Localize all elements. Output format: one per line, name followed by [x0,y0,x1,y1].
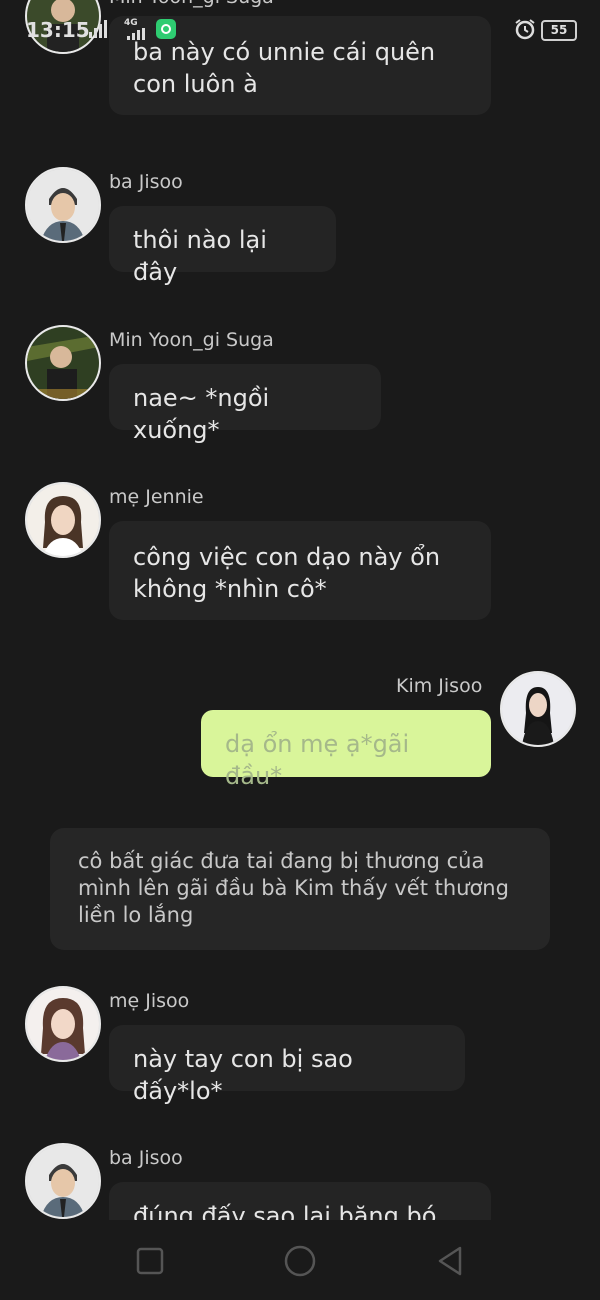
message-bubble[interactable]: đúng đấy sao lại băng bó [109,1182,491,1220]
message-text: dạ ổn mẹ ạ*gãi đầu* [225,730,410,790]
back-button[interactable] [433,1244,467,1278]
message-text: công việc con dạo này ổn không *nhìn cô* [133,543,441,603]
clock: 13:15 [26,18,90,42]
narration-box[interactable]: cô bất giác đưa tai đang bị thương của m… [50,828,550,950]
signal-icon [89,20,107,38]
battery-icon: 55 [541,20,577,41]
home-button[interactable] [283,1244,317,1278]
battery-level: 55 [550,23,568,37]
avatar-me-jisoo[interactable] [25,986,101,1062]
avatar-suga[interactable] [25,325,101,401]
avatar-kim-jisoo[interactable] [500,671,576,747]
sender-name: ba Jisoo [109,171,183,193]
network-type: 4G [124,18,138,28]
message-bubble[interactable]: công việc con dạo này ổn không *nhìn cô* [109,521,491,620]
app-notification-icon [156,19,176,39]
message-text: này tay con bị sao đấy*lo* [133,1045,353,1105]
message-bubble[interactable]: nae~ *ngồi xuống* [109,364,381,444]
avatar-ba-jisoo[interactable] [25,167,101,243]
chat-area[interactable]: Min Yoon_gi Suga ba này có unnie cái quê… [0,0,600,1220]
avatar-ba-jisoo[interactable] [25,1143,101,1219]
sender-name: Min Yoon_gi Suga [109,329,274,351]
message-bubble[interactable]: thôi nào lại đây [109,206,336,286]
message-text: đúng đấy sao lại băng bó [133,1202,437,1220]
navigation-bar [0,1220,600,1300]
narration-text: cô bất giác đưa tai đang bị thương của m… [78,849,509,927]
alarm-icon [515,19,535,40]
message-text: nae~ *ngồi xuống* [133,384,270,444]
recents-button[interactable] [133,1244,167,1278]
sender-name: Kim Jisoo [396,675,483,697]
message-bubble[interactable]: này tay con bị sao đấy*lo* [109,1025,465,1105]
message-text: thôi nào lại đây [133,226,267,286]
status-bar: 13:15 4G 55 [0,0,600,60]
sender-name: mẹ Jennie [109,486,204,508]
sender-name: ba Jisoo [109,1147,183,1169]
message-bubble-own[interactable]: dạ ổn mẹ ạ*gãi đầu* [201,710,491,790]
sender-name: mẹ Jisoo [109,990,190,1012]
signal-icon [127,28,145,40]
avatar-me-jennie[interactable] [25,482,101,558]
